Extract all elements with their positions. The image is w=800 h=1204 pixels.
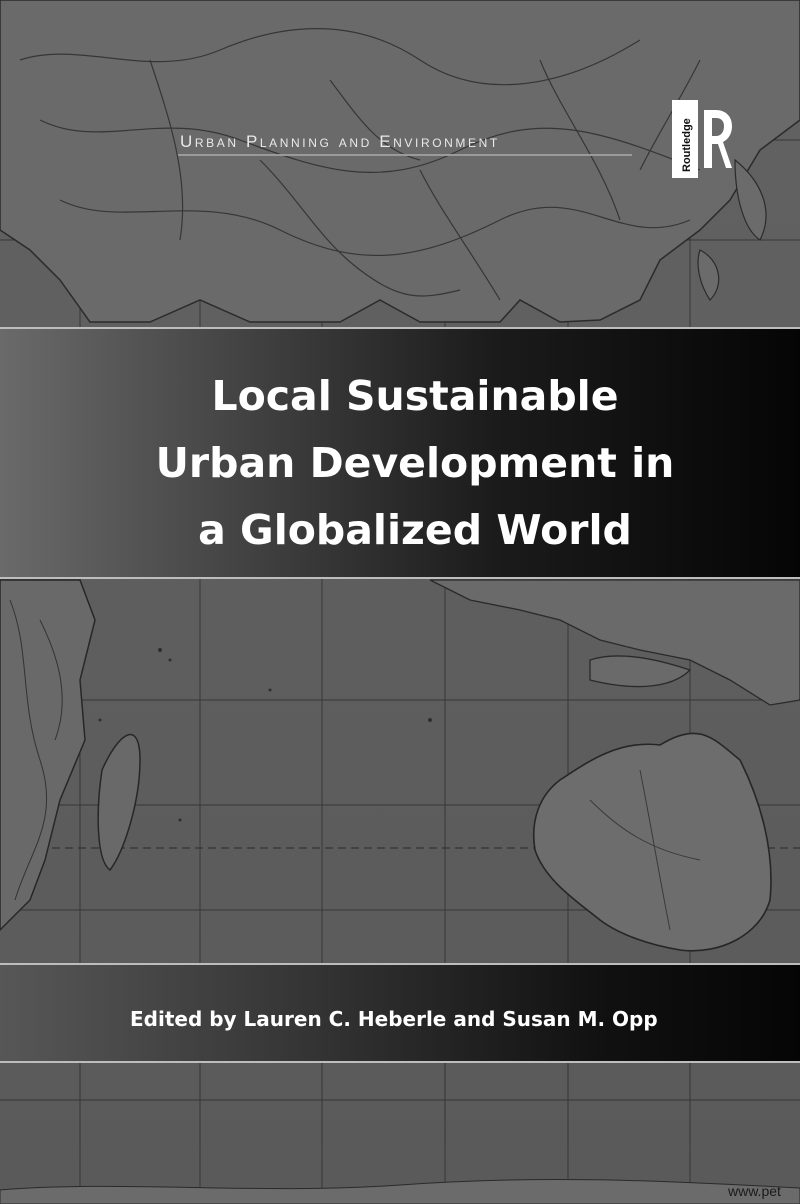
publisher-name: Routledge xyxy=(681,118,693,172)
watermark-text: www.pet xyxy=(728,1183,781,1199)
title-line-1: Local Sustainable xyxy=(211,372,619,420)
book-cover: Urban Planning and Environment Routledge… xyxy=(0,0,800,1204)
book-title: Local Sustainable Urban Development in a… xyxy=(0,363,800,564)
title-line-3: a Globalized World xyxy=(198,506,632,554)
editors-credit: Edited by Lauren C. Heberle and Susan M.… xyxy=(130,1007,658,1031)
title-line-2: Urban Development in xyxy=(155,439,675,487)
routledge-r-logo-icon: Routledge xyxy=(672,100,732,178)
series-label: Urban Planning and Environment xyxy=(180,132,500,151)
series-divider xyxy=(178,154,632,156)
